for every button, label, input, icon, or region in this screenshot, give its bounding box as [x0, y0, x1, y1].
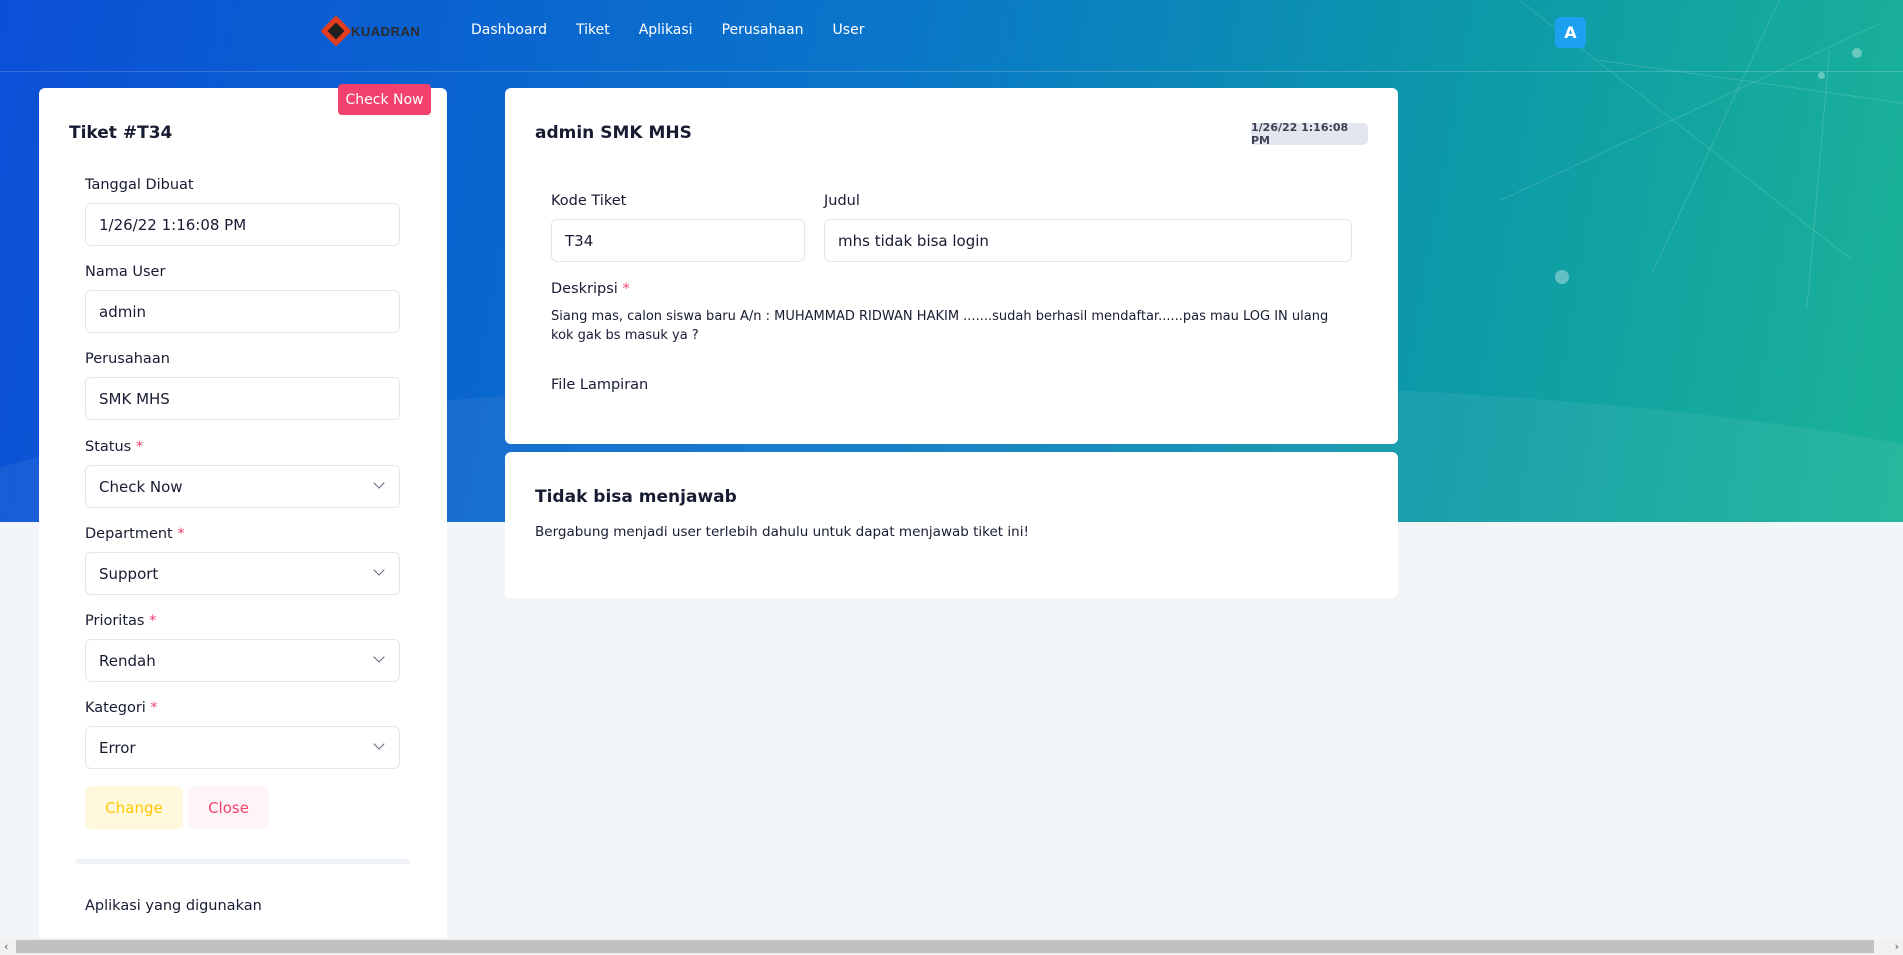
created-field[interactable]: 1/26/22 1:16:08 PM [85, 203, 400, 246]
top-navbar: KUADRAN Dashboard Tiket Aplikasi Perusah… [0, 0, 1903, 72]
category-select[interactable]: Error [85, 726, 400, 769]
description-text: Siang mas, calon siswa baru A/n : MUHAMM… [551, 309, 1329, 343]
priority-label: Prioritas * [85, 613, 157, 629]
chevron-down-icon [373, 651, 385, 663]
priority-select[interactable]: Rendah [85, 639, 400, 682]
company-label: Perusahaan [85, 351, 170, 367]
required-mark: * [622, 281, 630, 297]
logo-text: KUADRAN [351, 23, 421, 39]
user-field[interactable]: admin [85, 290, 400, 333]
ticket-title: Tiket #T34 [69, 123, 173, 143]
created-label: Tanggal Dibuat [85, 177, 194, 193]
code-label: Kode Tiket [551, 193, 627, 209]
chevron-down-icon [373, 564, 385, 576]
horizontal-scrollbar[interactable]: ‹ › [0, 938, 1903, 955]
change-button[interactable]: Change [85, 786, 183, 829]
description-label: Deskripsi * [551, 281, 630, 297]
company-field[interactable]: SMK MHS [85, 377, 400, 420]
user-avatar[interactable]: A [1555, 17, 1586, 48]
scrollbar-thumb[interactable] [16, 940, 1874, 953]
logo-icon [320, 15, 352, 47]
required-mark: * [135, 439, 144, 455]
timestamp-badge: 1/26/22 1:16:08 PM [1251, 121, 1368, 147]
detail-title: admin SMK MHS [535, 123, 692, 143]
apps-heading: Aplikasi yang digunakan [85, 898, 262, 914]
nav-tiket[interactable]: Tiket [576, 22, 610, 38]
chevron-down-icon [373, 738, 385, 750]
attachment-label: File Lampiran [551, 377, 649, 393]
reply-message: Bergabung menjadi user terlebih dahulu u… [535, 524, 1029, 540]
user-label: Nama User [85, 264, 166, 280]
status-ribbon: Check Now [338, 84, 431, 115]
nav-user[interactable]: User [833, 22, 865, 38]
nav-aplikasi[interactable]: Aplikasi [639, 22, 693, 38]
subject-label: Judul [824, 193, 860, 209]
close-button[interactable]: Close [188, 786, 269, 829]
scroll-left-icon[interactable]: ‹ [4, 940, 8, 953]
brand-logo[interactable]: KUADRAN [320, 15, 421, 47]
department-select[interactable]: Support [85, 552, 400, 595]
status-label: Status * [85, 439, 144, 455]
department-label: Department * [85, 526, 185, 542]
nav-perusahaan[interactable]: Perusahaan [722, 22, 804, 38]
required-mark: * [150, 700, 158, 716]
chevron-down-icon [373, 477, 385, 489]
main-nav: Dashboard Tiket Aplikasi Perusahaan User [471, 22, 864, 38]
status-select[interactable]: Check Now [85, 465, 400, 508]
divider [75, 859, 410, 864]
code-field[interactable]: T34 [551, 219, 805, 262]
required-mark: * [177, 526, 185, 542]
required-mark: * [149, 613, 157, 629]
scroll-right-icon[interactable]: › [1895, 940, 1899, 953]
category-label: Kategori * [85, 700, 158, 716]
nav-dashboard[interactable]: Dashboard [471, 22, 547, 38]
reply-title: Tidak bisa menjawab [535, 487, 737, 507]
subject-field[interactable]: mhs tidak bisa login [824, 219, 1352, 262]
